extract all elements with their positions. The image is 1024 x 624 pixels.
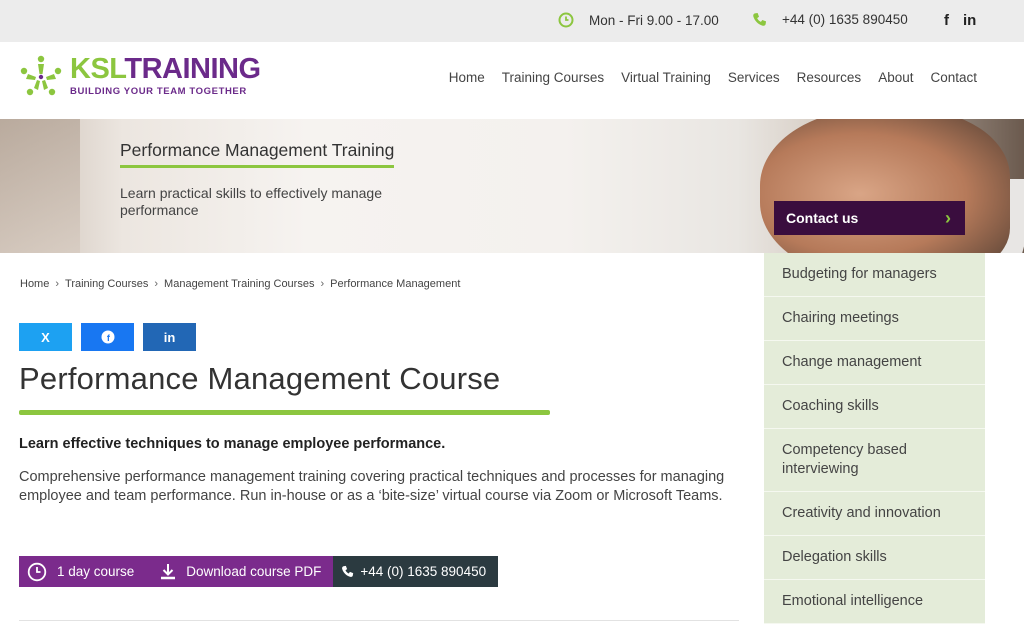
sidebar-item-creativity[interactable]: Creativity and innovation <box>764 492 985 536</box>
nav-contact[interactable]: Contact <box>930 70 977 85</box>
sidebar-item-delegation[interactable]: Delegation skills <box>764 536 985 580</box>
course-info-purple: 1 day course Download course PDF <box>19 556 334 587</box>
chevron-right-icon: › <box>154 278 159 290</box>
sidebar-item-chairing-meetings[interactable]: Chairing meetings <box>764 297 985 341</box>
title-underline <box>19 410 550 415</box>
page-title: Performance Management Course <box>19 361 501 396</box>
chevron-right-icon: › <box>945 207 951 228</box>
course-phone-link[interactable]: +44 (0) 1635 890450 <box>333 556 499 587</box>
hero-banner: Performance Management Training Learn pr… <box>0 119 1024 253</box>
sidebar-item-competency-interviewing[interactable]: Competency based interviewing <box>764 429 985 492</box>
phone-icon <box>342 565 354 577</box>
logo-tagline: BUILDING YOUR TEAM TOGETHER <box>70 86 247 97</box>
clock-icon <box>27 562 47 581</box>
contact-us-button[interactable]: Contact us › <box>774 201 965 235</box>
download-pdf-text: Download course PDF <box>186 564 322 579</box>
hero-title: Performance Management Training <box>120 140 395 168</box>
hours-text: Mon - Fri 9.00 - 17.00 <box>589 12 719 28</box>
clock-icon <box>558 12 574 28</box>
share-x-button[interactable]: X <box>19 323 72 351</box>
share-facebook-button[interactable]: f <box>81 323 134 351</box>
logo-ksl: KSL <box>70 53 125 85</box>
logo-people-icon <box>20 55 62 96</box>
top-phone-link[interactable]: +44 (0) 1635 890450 <box>752 12 908 27</box>
course-info-bar: 1 day course Download course PDF +44 (0)… <box>19 556 499 587</box>
download-pdf-link[interactable]: Download course PDF <box>160 563 321 581</box>
duration-item: 1 day course <box>27 562 134 582</box>
chevron-right-icon: › <box>55 278 60 290</box>
site-logo[interactable]: KSLTRAINING BUILDING YOUR TEAM TOGETHER <box>18 54 261 100</box>
sidebar-item-coaching-skills[interactable]: Coaching skills <box>764 385 985 429</box>
phone-icon <box>753 12 767 26</box>
share-linkedin-button[interactable]: in <box>143 323 196 351</box>
course-phone-text: +44 (0) 1635 890450 <box>360 564 487 579</box>
breadcrumb-training-courses[interactable]: Training Courses <box>65 278 148 290</box>
nav-training-courses[interactable]: Training Courses <box>502 70 604 85</box>
course-sidebar: Budgeting for managers Chairing meetings… <box>764 253 985 624</box>
facebook-icon: f <box>101 330 114 344</box>
breadcrumb-management-courses[interactable]: Management Training Courses <box>164 278 314 290</box>
lead-text: Learn effective techniques to manage emp… <box>19 436 446 452</box>
nav-about[interactable]: About <box>878 70 913 85</box>
hero-subtitle: Learn practical skills to effectively ma… <box>120 185 382 218</box>
nav-home[interactable]: Home <box>449 70 485 85</box>
nav-services[interactable]: Services <box>728 70 780 85</box>
course-description: Comprehensive performance management tra… <box>19 469 725 504</box>
logo-training: TRAINING <box>124 53 261 85</box>
facebook-icon[interactable]: f <box>944 12 949 29</box>
breadcrumb-current: Performance Management <box>330 278 461 290</box>
sidebar-item-budgeting[interactable]: Budgeting for managers <box>764 253 985 297</box>
nav-virtual-training[interactable]: Virtual Training <box>621 70 711 85</box>
duration-text: 1 day course <box>57 564 135 579</box>
download-icon <box>161 563 176 579</box>
social-links: f in <box>944 12 976 29</box>
hero-background-shape <box>0 119 80 253</box>
breadcrumb: Home › Training Courses › Management Tra… <box>20 278 460 290</box>
top-bar: Mon - Fri 9.00 - 17.00 +44 (0) 1635 8904… <box>0 0 1024 42</box>
linkedin-icon: in <box>163 329 176 345</box>
linkedin-icon[interactable]: in <box>963 12 976 29</box>
phone-text: +44 (0) 1635 890450 <box>782 12 908 27</box>
nav-resources[interactable]: Resources <box>797 70 862 85</box>
breadcrumb-home[interactable]: Home <box>20 278 49 290</box>
contact-us-label: Contact us <box>786 210 859 226</box>
opening-hours: Mon - Fri 9.00 - 17.00 <box>558 12 719 28</box>
main-nav: Home Training Courses Virtual Training S… <box>449 70 977 85</box>
content-divider <box>19 620 739 621</box>
chevron-right-icon: › <box>320 278 325 290</box>
share-buttons: X f in <box>19 323 196 351</box>
x-icon: X <box>41 329 50 345</box>
sidebar-item-emotional-intelligence[interactable]: Emotional intelligence <box>764 580 985 624</box>
site-header: KSLTRAINING BUILDING YOUR TEAM TOGETHER … <box>0 42 1024 119</box>
sidebar-item-change-management[interactable]: Change management <box>764 341 985 385</box>
